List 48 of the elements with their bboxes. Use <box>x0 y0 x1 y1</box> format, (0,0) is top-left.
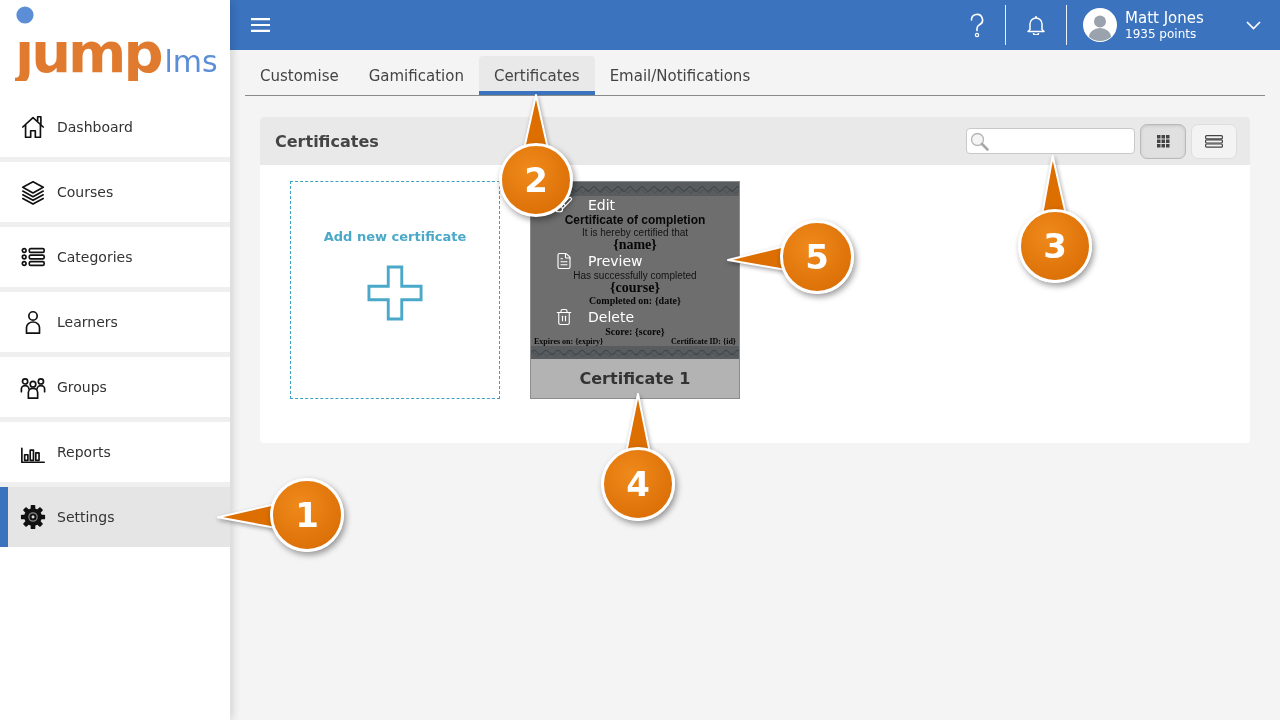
document-icon <box>555 252 573 270</box>
avatar-icon[interactable] <box>1083 8 1117 42</box>
menu-icon[interactable] <box>251 18 270 32</box>
gear-icon <box>20 504 46 530</box>
search-icon <box>970 131 989 151</box>
certificate-text: Completed on: {date} <box>589 295 681 306</box>
preview-menu-item[interactable]: Preview <box>555 252 643 270</box>
search-field[interactable] <box>966 128 1135 154</box>
certificate-text: Has successfully completed <box>573 270 697 281</box>
plus-icon <box>367 265 423 321</box>
certificate-text: Score: {score} <box>605 326 665 337</box>
certificate-text: {name} <box>613 238 657 252</box>
sidebar-item[interactable]: Categories <box>0 227 230 287</box>
sidebar-item[interactable]: Learners <box>0 292 230 352</box>
tab[interactable]: Certificates <box>478 56 595 95</box>
tab[interactable]: Customise <box>245 56 354 95</box>
certificate-text: {course} <box>610 281 660 295</box>
help-icon[interactable] <box>969 12 985 38</box>
layers-icon <box>20 179 46 205</box>
sidebar-item[interactable]: Groups <box>0 357 230 417</box>
user-name: Matt Jones <box>1125 8 1204 27</box>
grid-icon <box>1156 134 1170 148</box>
user-points: 1935 points <box>1125 26 1198 42</box>
trash-icon <box>555 308 573 326</box>
delete-menu-item[interactable]: Delete <box>555 308 634 326</box>
tab[interactable]: Gamification <box>353 56 479 95</box>
house-icon <box>20 114 46 140</box>
panel-title: Certificates <box>275 131 379 151</box>
logo-suffix: lms <box>164 47 218 77</box>
callout-badge: 1 <box>270 478 344 552</box>
list-view-button[interactable] <box>1191 123 1237 159</box>
callout-badge: 4 <box>601 447 675 521</box>
sidebar-item[interactable]: Reports <box>0 422 230 482</box>
sidebar-item[interactable]: Dashboard <box>0 97 230 157</box>
sidebar-item[interactable]: Courses <box>0 162 230 222</box>
certificate-text: Certificate of completion <box>564 214 706 227</box>
ball-icon <box>16 6 34 24</box>
list-icon <box>1205 134 1223 148</box>
certificate-footer-text: Expires on: {expiry} <box>534 337 604 346</box>
tab[interactable]: Email/Notifications <box>594 56 766 95</box>
brush-icon <box>555 196 573 214</box>
sidebar-item[interactable]: Settings <box>0 487 230 547</box>
chevron-down-icon[interactable] <box>1246 20 1261 30</box>
certificate-text: It is hereby certified that <box>581 227 689 238</box>
certificate-name: Certificate 1 <box>531 359 739 398</box>
bell-icon[interactable] <box>1027 15 1045 35</box>
certificate-footer-text: Certificate ID: {id} <box>671 337 736 346</box>
grid-view-button[interactable] <box>1140 123 1186 159</box>
